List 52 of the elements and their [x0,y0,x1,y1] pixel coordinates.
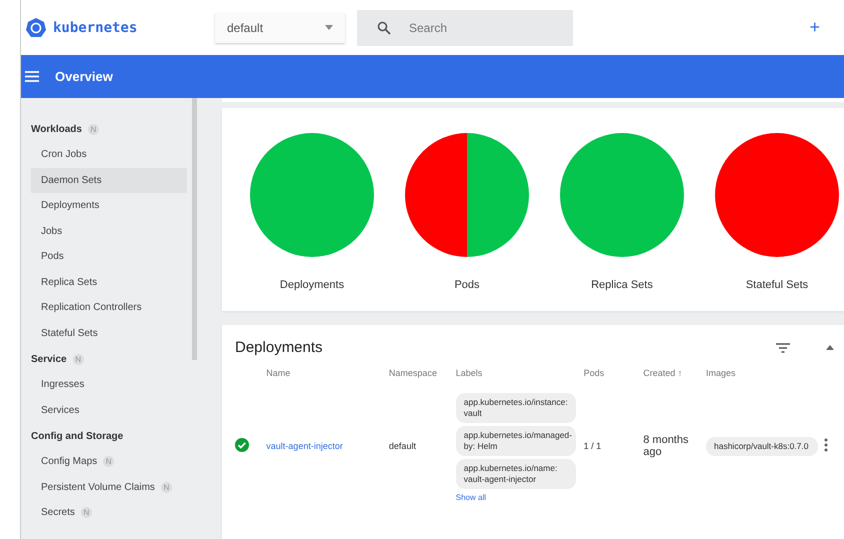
namespace-badge: N [72,354,84,364]
card-title: Deployments [235,339,323,356]
namespace-select[interactable]: default [215,12,345,42]
sidebar-item[interactable]: Daemon Sets [31,168,187,193]
column-header[interactable]: Labels [456,368,482,378]
sidebar-item[interactable]: Pods [31,244,187,270]
collapse-icon[interactable] [826,345,834,350]
sidebar-item[interactable]: Replication Controllers [31,295,187,320]
column-header[interactable]: Created ↑ [643,368,682,378]
deployment-link[interactable]: vault-agent-injector [266,441,343,452]
sidebar-item[interactable]: Secrets N [31,500,187,526]
sidebar-item[interactable]: Persistent Volume Claims N [31,474,187,500]
label-chip: app.kubernetes.io/name: vault-agent-injector [456,459,576,490]
column-header[interactable]: Images [706,368,736,378]
sidebar-item[interactable]: Ingresses [31,372,187,398]
namespace-badge: N [88,124,99,134]
image-chip: hashicorp/vault-k8s:0.7.0 [706,436,818,456]
search-input[interactable]: Search [409,10,573,46]
section-title: Service [31,354,67,364]
chart-label: Stateful Sets [746,279,808,291]
filter-icon[interactable] [776,342,790,352]
search-field[interactable]: Search [357,10,573,46]
section-title: Config and Storage [31,430,124,442]
sidebar-item[interactable]: Replica Sets [31,270,187,295]
chart-label: Deployments [280,279,344,291]
column-header[interactable]: Pods [584,368,604,378]
sidebar-item[interactable]: Cron Jobs [31,142,187,168]
section-title: Workloads [31,124,82,134]
label-chip: app.kubernetes.io/instance: vault [456,393,576,424]
chart-label: Replica Sets [591,279,653,291]
caret-icon [325,25,333,30]
show-all-link[interactable]: Show all [456,493,486,502]
table-cell: 1 / 1 [584,441,602,452]
label-chip: app.kubernetes.io/managed-by: Helm [456,426,576,456]
more-icon[interactable] [824,438,828,452]
sidebar-item[interactable]: Deployments [31,193,187,218]
logo-icon [25,16,47,38]
sidebar-item[interactable]: Jobs [31,218,187,244]
column-header[interactable]: Namespace [388,368,437,378]
search-icon [377,20,391,34]
table-cell: default [388,441,416,452]
chart-label: Pods [454,279,480,291]
scrollbar[interactable] [192,98,197,360]
sidebar-item[interactable]: Config Maps N [31,449,187,474]
sidebar-item[interactable]: Services [31,398,187,423]
table-cell: 8 months ago [643,434,688,458]
page-title: Overview [55,69,113,84]
sidebar-item[interactable]: Stateful Sets [31,320,187,346]
menu-icon[interactable] [25,71,39,82]
logo-text: kubernetes [53,20,138,36]
add-button[interactable]: + [805,17,824,38]
column-header[interactable]: Name [266,368,290,378]
